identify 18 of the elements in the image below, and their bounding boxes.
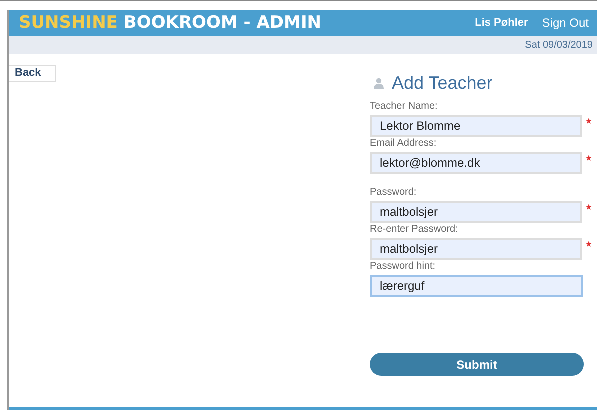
- text-field[interactable]: maltbolsjer: [370, 238, 582, 260]
- submit-button[interactable]: Submit: [370, 353, 584, 376]
- field-label: Teacher Name:: [370, 101, 439, 112]
- user-name: Lis Pøhler: [475, 17, 528, 29]
- back-button[interactable]: Back: [9, 64, 56, 82]
- brand-subtitle: BOOKROOM - ADMIN: [124, 13, 322, 33]
- text-field[interactable]: lærerguf: [370, 275, 583, 297]
- brand-title: SUNSHINE: [19, 13, 118, 33]
- field-label: Password:: [370, 187, 418, 198]
- text-field[interactable]: lektor@blomme.dk: [370, 152, 582, 174]
- date-label: Sat 09/03/2019: [525, 40, 593, 50]
- field-label: Email Address:: [370, 138, 438, 149]
- field-label: Re-enter Password:: [370, 224, 460, 235]
- text-field[interactable]: Lektor Blomme: [370, 115, 582, 137]
- field-label: Password hint:: [370, 261, 437, 272]
- text-field[interactable]: maltbolsjer: [370, 201, 582, 223]
- form-title: Add Teacher: [392, 73, 493, 94]
- person-icon: [374, 78, 384, 89]
